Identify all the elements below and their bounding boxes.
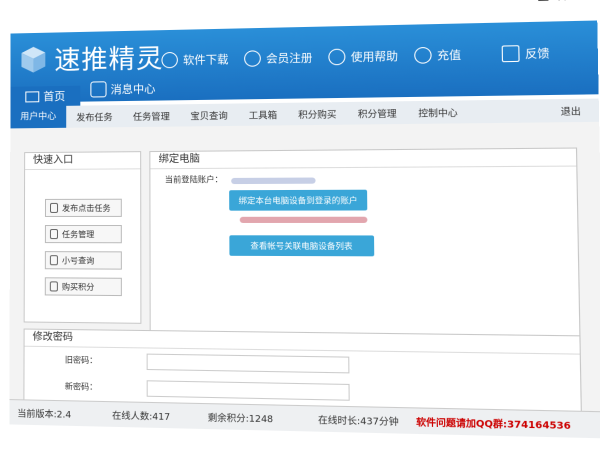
current-account-label: 当前登陆账户： (164, 174, 223, 185)
globe-icon (161, 51, 178, 69)
nav-feedback[interactable]: 反馈 (501, 44, 592, 63)
bind-computer-panel: 绑定电脑 当前登陆账户： 绑定本台电脑设备到登录的账户 查看帐号关联电脑设备列表 (149, 147, 581, 353)
top-toolbar: 软件下载 会员注册 使用帮助 充值 反馈 (161, 44, 591, 69)
change-password-title: 修改密码 (24, 329, 580, 355)
buy-points-button[interactable]: 购买积分 (44, 277, 122, 297)
subnav-user-center[interactable]: 用户中心 (10, 105, 67, 129)
main-content: 快速入口 发布点击任务 任务管理 小号查询 购买积分 绑定电脑 当前登陆账户： (9, 121, 600, 413)
subnav-control-center[interactable]: 控制中心 (407, 105, 468, 119)
main-nav: 消息中心 (90, 76, 186, 102)
mouse-icon (49, 281, 58, 292)
publish-click-task-button[interactable]: 发布点击任务 (44, 198, 122, 217)
nav-message-center[interactable]: 消息中心 (90, 80, 155, 98)
close-button[interactable]: ✕ (556, 0, 568, 5)
alt-account-query-button[interactable]: 小号查询 (44, 251, 122, 270)
subnav-buy-points[interactable]: 积分购买 (288, 107, 348, 121)
remaining-points-text: 剩余积分:1248 (207, 412, 274, 425)
subnav-item-query[interactable]: 宝贝查询 (180, 108, 238, 122)
qq-group-text[interactable]: 软件问题请加QQ群:374164536 (416, 414, 571, 431)
tab-home[interactable]: 首页 (10, 85, 81, 107)
online-time-text: 在线时长:437分钟 (318, 415, 399, 428)
app-title: 速推精灵 (54, 44, 164, 77)
title-bar: 速推精灵 软件下载 会员注册 使用帮助 充值 反馈 消息中心 (10, 20, 599, 103)
view-device-list-button[interactable]: 查看帐号关联电脑设备列表 (229, 235, 375, 257)
old-password-input[interactable] (146, 353, 350, 374)
online-users-text: 在线人数:417 (112, 410, 171, 423)
mouse-icon (244, 50, 261, 67)
help-icon (328, 48, 346, 66)
subnav-toolbox[interactable]: 工具箱 (238, 107, 287, 122)
current-account-value (231, 177, 316, 185)
subnav-task-manage[interactable]: 任务管理 (123, 109, 180, 123)
nav-recharge[interactable]: 充值 (414, 46, 502, 64)
nav-member-register[interactable]: 会员注册 (244, 49, 328, 67)
quick-entry-title: 快速入口 (25, 152, 141, 171)
minimize-button[interactable]: ▬ (537, 0, 550, 5)
bind-computer-title: 绑定电脑 (150, 148, 577, 170)
old-password-label: 旧密码： (64, 355, 98, 366)
subnav-logout[interactable]: 退出 (549, 103, 599, 118)
monitor-icon (25, 90, 40, 102)
nav-software-download[interactable]: 软件下载 (161, 51, 244, 69)
logo-cube-icon (21, 47, 46, 73)
mail-icon (501, 45, 520, 63)
mouse-icon (49, 202, 59, 213)
quick-entry-panel: 快速入口 发布点击任务 任务管理 小号查询 购买积分 (23, 151, 142, 324)
nav-help[interactable]: 使用帮助 (328, 47, 414, 66)
mouse-icon (49, 229, 58, 240)
task-manage-button[interactable]: 任务管理 (44, 225, 122, 244)
app-window: ▬ ✕ 速推精灵 软件下载 会员注册 使用帮助 充值 (9, 0, 600, 450)
arrow-icon (414, 46, 432, 64)
subnav-publish-task[interactable]: 发布任务 (66, 110, 123, 124)
subnav-points-manage[interactable]: 积分管理 (347, 106, 407, 120)
version-text: 当前版本:2.4 (17, 408, 72, 421)
new-password-label: 新密码： (64, 381, 98, 392)
bind-device-button[interactable]: 绑定本台电脑设备到登录的账户 (229, 189, 368, 211)
bound-account-value (239, 216, 368, 223)
mouse-icon (49, 255, 58, 266)
message-icon (90, 81, 107, 98)
new-password-input[interactable] (146, 380, 350, 401)
